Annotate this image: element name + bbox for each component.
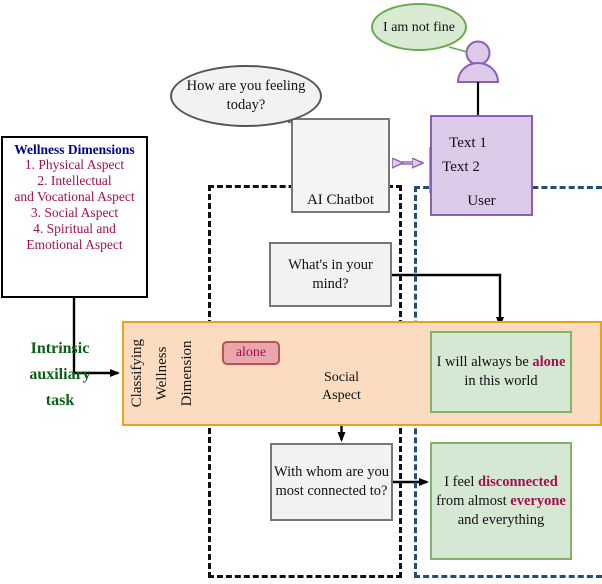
intrinsic-line-1: Intrinsic	[30, 340, 90, 357]
diagram-canvas: Classifying Wellness Dimension Wellness …	[0, 0, 602, 584]
intrinsic-line-3: task	[45, 392, 75, 409]
ai-chatbot-label: AI Chatbot	[306, 191, 375, 208]
decision-line-2: Aspect	[322, 387, 361, 403]
response-disc-part1: I feel	[444, 473, 479, 490]
response-box-alone: I will always be alone in this world	[430, 331, 572, 413]
question-box-mind: What's in your mind?	[269, 242, 392, 307]
band-label: Classifying Wellness Dimension	[128, 339, 195, 408]
intrinsic-line-2: auxiliary	[29, 366, 91, 383]
response-disc-highlight-2: everyone	[510, 492, 566, 509]
user-speech-bubble: I am not fine	[371, 3, 467, 51]
user-person-icon	[456, 40, 500, 83]
wellness-item: 2. Intellectual	[37, 173, 112, 188]
decision-line-1: Social	[324, 369, 359, 385]
question-box-connected: With whom are you most connected to?	[270, 443, 393, 521]
response-alone-part2: in this world	[464, 373, 538, 389]
response-disc-part2: from almost	[436, 492, 511, 509]
intrinsic-auxiliary-task-label: Intrinsic auxiliary task	[0, 331, 120, 419]
response-disc-highlight-1: disconnected	[478, 473, 558, 490]
wellness-item: 1. Physical Aspect	[24, 157, 125, 172]
bubble-tail-user	[448, 46, 468, 53]
response-box-disconnected: I feel disconnected from almost everyone…	[430, 442, 572, 560]
wellness-panel-title: Wellness Dimensions	[14, 142, 135, 157]
keyword-tag-alone: alone	[222, 341, 280, 365]
wellness-item: 4. Spiritual and	[33, 221, 116, 236]
wellness-item: Emotional Aspect	[26, 237, 123, 252]
response-disc-part3: and everything	[457, 511, 545, 528]
response-alone-highlight: alone	[532, 354, 566, 370]
wellness-dimensions-panel: Wellness Dimensions 1. Physical Aspect 2…	[1, 136, 148, 298]
wellness-item: 3. Social Aspect	[30, 205, 119, 220]
document-text2-label: Text 2	[442, 158, 480, 175]
wellness-item: and Vocational Aspect	[14, 189, 135, 204]
user-label: User	[467, 192, 496, 209]
response-alone-part1: I will always be	[436, 354, 533, 370]
chatbot-speech-bubble: How are you feeling today?	[170, 65, 322, 127]
decision-social-aspect: Social Aspect	[293, 352, 390, 421]
